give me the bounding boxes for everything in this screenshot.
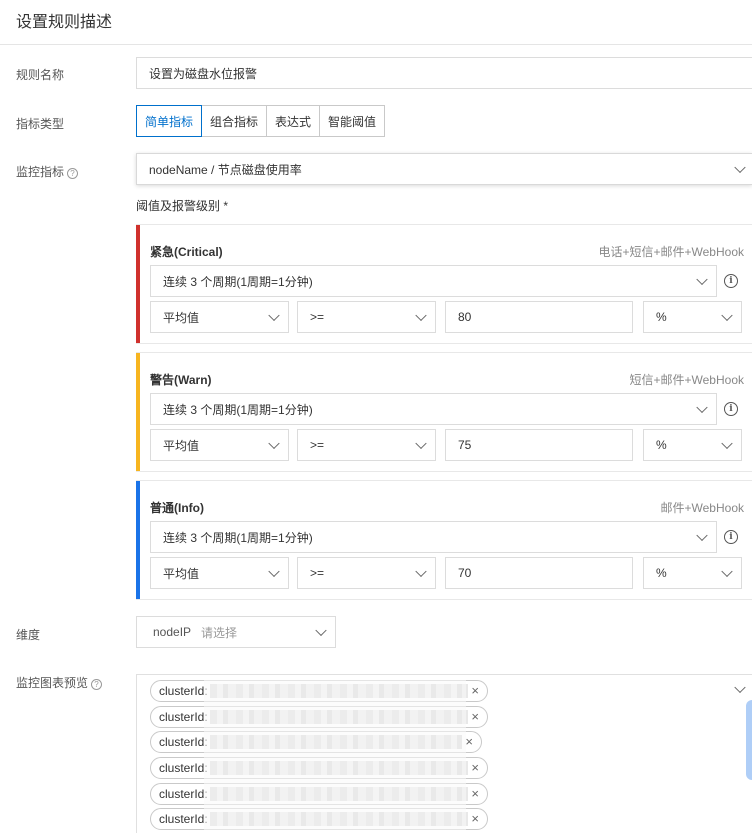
- chevron-down-icon: [696, 529, 708, 542]
- tag-label: clusterId:: [159, 735, 208, 749]
- stat-value: 平均值: [163, 566, 200, 581]
- period-select[interactable]: 连续 3 个周期(1周期=1分钟): [150, 393, 717, 425]
- tab-smart-threshold[interactable]: 智能阈值: [320, 105, 386, 137]
- stat-select[interactable]: 平均值: [150, 557, 289, 589]
- close-icon[interactable]: ×: [465, 735, 473, 749]
- tag-label: clusterId:: [159, 684, 208, 698]
- unit-value: %: [656, 310, 667, 324]
- stat-value: 平均值: [163, 438, 200, 453]
- close-icon[interactable]: ×: [471, 710, 479, 724]
- tab-expression[interactable]: 表达式: [267, 105, 321, 137]
- chevron-down-icon: [696, 401, 708, 414]
- threshold-label: 阈值及报警级别 *: [136, 199, 229, 213]
- question-circle-icon[interactable]: ?: [67, 168, 79, 179]
- stat-select[interactable]: 平均值: [150, 301, 289, 333]
- redaction-overlay: [204, 680, 466, 830]
- unit-value: %: [656, 438, 667, 452]
- period-select[interactable]: 连续 3 个周期(1周期=1分钟): [150, 521, 717, 553]
- dimension-label: 维度: [16, 628, 41, 642]
- operator-select[interactable]: >=: [297, 429, 436, 461]
- chevron-down-icon: [268, 309, 280, 322]
- operator-select[interactable]: >=: [297, 301, 436, 333]
- tag-label: clusterId:: [159, 812, 208, 826]
- close-icon[interactable]: ×: [471, 787, 479, 801]
- chevron-down-icon: [721, 565, 733, 578]
- title-divider: [0, 44, 752, 45]
- metric-label-row: 监控指标?: [16, 163, 79, 180]
- unit-select[interactable]: %: [643, 301, 742, 333]
- chevron-down-icon: [415, 437, 427, 450]
- dimension-key: nodeIP: [153, 625, 192, 639]
- info-circle-icon[interactable]: i: [724, 274, 738, 288]
- chevron-down-icon: [415, 309, 427, 322]
- info-circle-icon[interactable]: i: [724, 530, 738, 544]
- level-color-bar: [136, 225, 140, 343]
- close-icon[interactable]: ×: [471, 812, 479, 826]
- tag-label: clusterId:: [159, 761, 208, 775]
- dimension-placeholder: 请选择: [201, 625, 238, 640]
- level-name: 警告(Warn): [150, 373, 212, 387]
- metric-select[interactable]: nodeName / 节点磁盘使用率: [136, 153, 752, 185]
- threshold-input[interactable]: 75: [445, 429, 633, 461]
- chevron-down-icon: [268, 565, 280, 578]
- chevron-down-icon: [721, 437, 733, 450]
- tab-combined-metric[interactable]: 组合指标: [202, 105, 268, 137]
- period-value: 连续 3 个周期(1周期=1分钟): [163, 274, 313, 289]
- metric-type-label: 指标类型: [16, 117, 65, 131]
- metric-type-tabs: 简单指标 组合指标 表达式 智能阈值: [136, 105, 386, 137]
- stat-select[interactable]: 平均值: [150, 429, 289, 461]
- threshold-input[interactable]: 70: [445, 557, 633, 589]
- chevron-down-icon: [734, 681, 746, 694]
- chevron-down-icon: [721, 309, 733, 322]
- preview-label-row: 监控图表预览?: [16, 674, 103, 691]
- level-critical: 紧急(Critical) 电话+短信+邮件+WebHook 连续 3 个周期(1…: [136, 224, 752, 344]
- threshold-value: 80: [458, 310, 472, 324]
- rule-name-value: 设置为磁盘水位报警: [149, 66, 258, 81]
- period-value: 连续 3 个周期(1周期=1分钟): [163, 402, 313, 417]
- level-color-bar: [136, 481, 140, 599]
- info-circle-icon[interactable]: i: [724, 402, 738, 416]
- chevron-down-icon: [415, 565, 427, 578]
- tag-label: clusterId:: [159, 710, 208, 724]
- operator-value: >=: [310, 566, 325, 580]
- threshold-value: 75: [458, 438, 472, 452]
- operator-value: >=: [310, 310, 325, 324]
- chevron-down-icon: [734, 161, 746, 174]
- preview-label: 监控图表预览: [16, 676, 89, 690]
- level-warn: 警告(Warn) 短信+邮件+WebHook 连续 3 个周期(1周期=1分钟)…: [136, 352, 752, 472]
- level-name: 普通(Info): [150, 501, 204, 515]
- level-name: 紧急(Critical): [150, 245, 223, 259]
- period-value: 连续 3 个周期(1周期=1分钟): [163, 530, 313, 545]
- unit-select[interactable]: %: [643, 557, 742, 589]
- tag-label: clusterId:: [159, 787, 208, 801]
- level-channels: 电话+短信+邮件+WebHook: [598, 245, 745, 259]
- chevron-down-icon: [268, 437, 280, 450]
- threshold-value: 70: [458, 566, 472, 580]
- unit-select[interactable]: %: [643, 429, 742, 461]
- rule-name-label: 规则名称: [16, 68, 65, 82]
- side-panel-edge: [746, 700, 752, 780]
- rule-name-input[interactable]: 设置为磁盘水位报警: [136, 57, 752, 89]
- level-color-bar: [136, 353, 140, 471]
- unit-value: %: [656, 566, 667, 580]
- level-info: 普通(Info) 邮件+WebHook 连续 3 个周期(1周期=1分钟) i …: [136, 480, 752, 600]
- question-circle-icon[interactable]: ?: [91, 679, 103, 690]
- operator-select[interactable]: >=: [297, 557, 436, 589]
- stat-value: 平均值: [163, 310, 200, 325]
- metric-label: 监控指标: [16, 165, 65, 179]
- close-icon[interactable]: ×: [471, 761, 479, 775]
- level-channels: 短信+邮件+WebHook: [629, 373, 745, 387]
- dimension-select[interactable]: nodeIP 请选择: [136, 616, 336, 648]
- page-title: 设置规则描述: [16, 14, 113, 31]
- level-channels: 邮件+WebHook: [660, 501, 744, 515]
- threshold-input[interactable]: 80: [445, 301, 633, 333]
- operator-value: >=: [310, 438, 325, 452]
- period-select[interactable]: 连续 3 个周期(1周期=1分钟): [150, 265, 717, 297]
- metric-value: nodeName / 节点磁盘使用率: [149, 162, 302, 177]
- close-icon[interactable]: ×: [471, 684, 479, 698]
- chevron-down-icon: [315, 624, 327, 637]
- chevron-down-icon: [696, 273, 708, 286]
- tab-simple-metric[interactable]: 简单指标: [136, 105, 203, 137]
